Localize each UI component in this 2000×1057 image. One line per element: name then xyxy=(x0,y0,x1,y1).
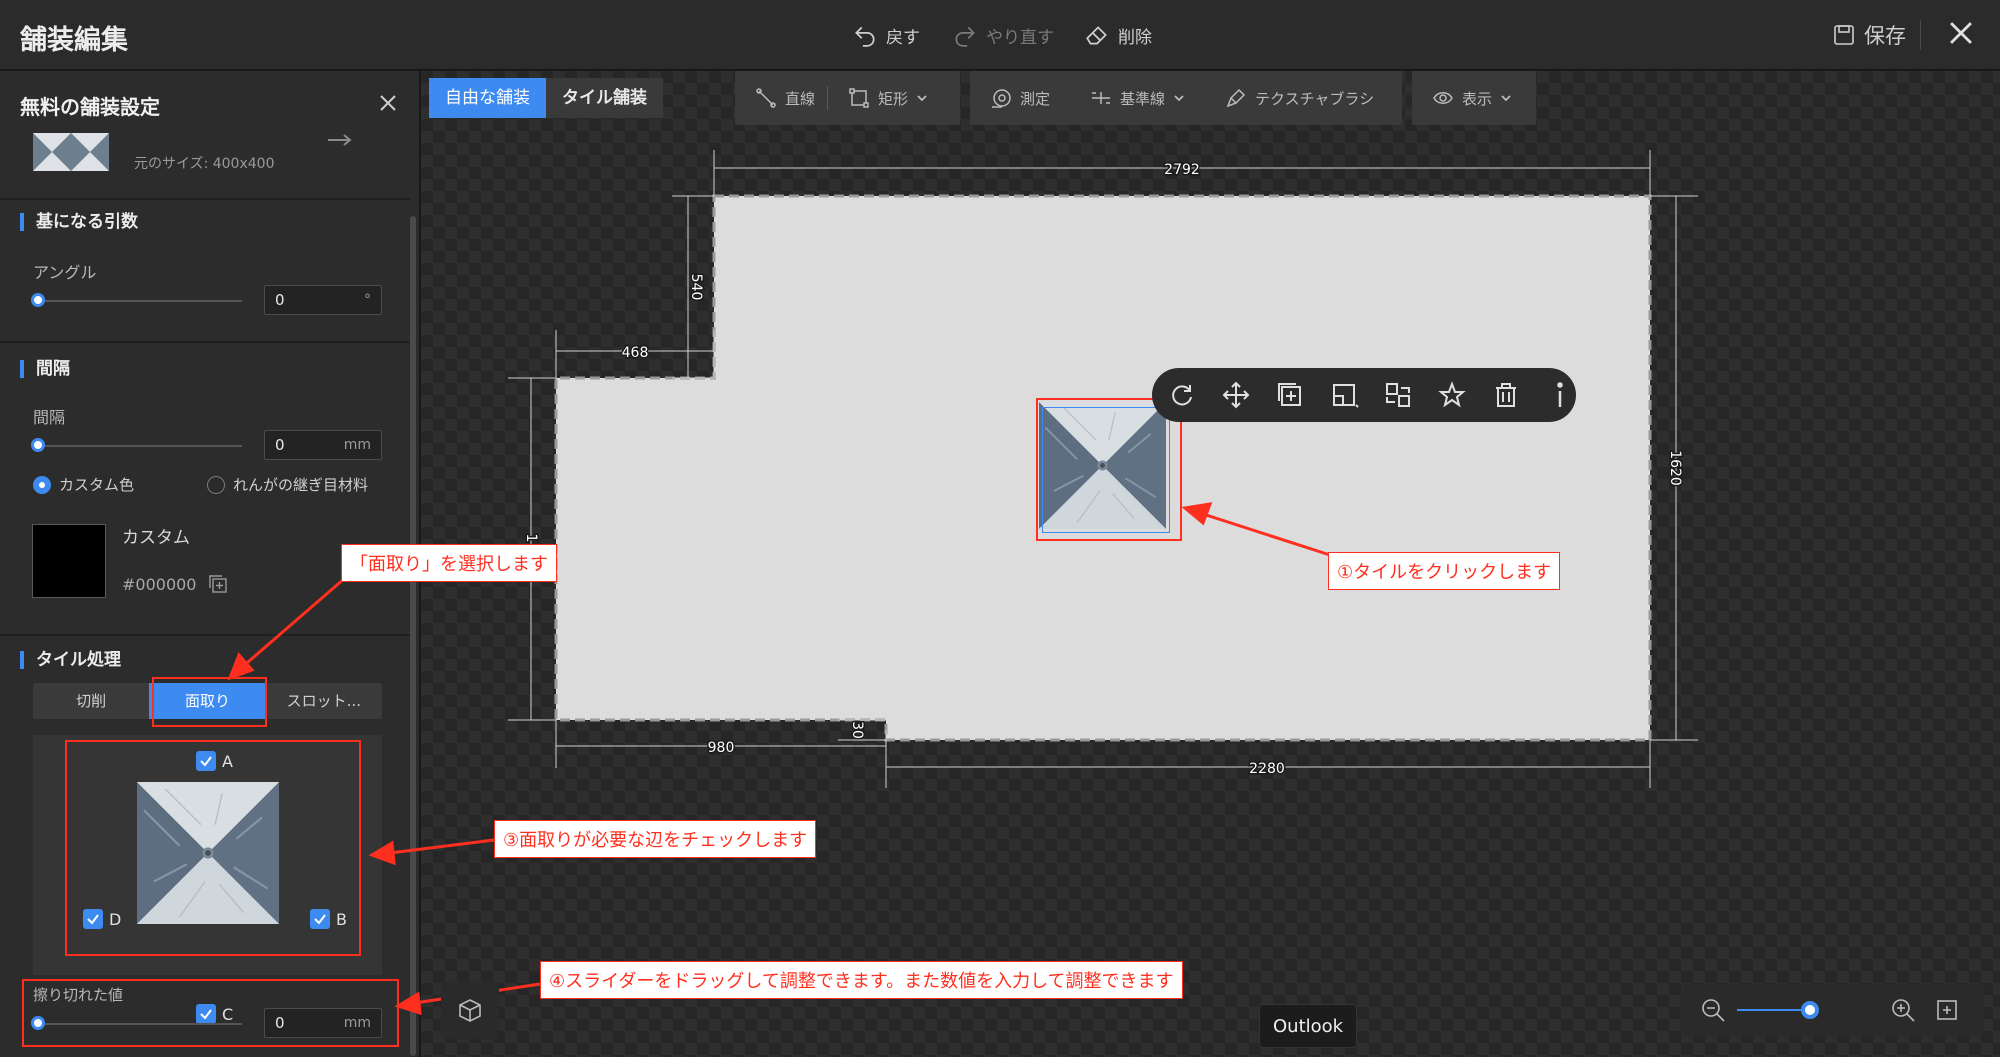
callout-slider-adjust: ④スライダーをドラッグして調整できます。また数値を入力して調整できます xyxy=(540,961,1183,999)
tooltip: Outlook xyxy=(1259,1004,1358,1048)
callout-select-chamfer: 「面取り」を選択します xyxy=(341,544,557,582)
dimension-notch-width: 468 xyxy=(622,345,649,361)
zoom-control xyxy=(1682,984,1984,1036)
resize-icon[interactable] xyxy=(1328,379,1360,411)
zoom-in-icon[interactable] xyxy=(1890,997,1916,1023)
star-icon[interactable] xyxy=(1436,379,1468,411)
tile-selection-frame xyxy=(1042,407,1170,533)
fit-icon[interactable] xyxy=(1934,997,1960,1023)
dimension-bottom-left: 980 xyxy=(708,740,735,756)
dimension-left-step: 540 xyxy=(688,274,704,301)
dimension-bottom-right: 2280 xyxy=(1249,761,1285,777)
zoom-slider[interactable] xyxy=(1737,1009,1809,1011)
dimension-left-full: 1 xyxy=(523,534,539,543)
move-icon[interactable] xyxy=(1220,379,1252,411)
dimension-bottom-step: 30 xyxy=(849,721,865,739)
zoom-out-icon[interactable] xyxy=(1700,997,1726,1023)
callout-check-edges: ③面取りが必要な辺をチェックします xyxy=(494,820,817,858)
floor-plan: 2792 540 468 1620 1 980 2280 30 xyxy=(227,150,1698,1016)
dimension-top: 2792 xyxy=(1164,162,1200,178)
rotate-icon[interactable] xyxy=(1166,379,1198,411)
paving-editor: 舗装編集 戻す やり直す 削除 保存 無料の舗装設定 元のサイズ: 400x40… xyxy=(0,0,2000,1057)
trash-icon[interactable] xyxy=(1490,379,1522,411)
tile-context-toolbar xyxy=(1152,368,1576,422)
3d-view-button[interactable] xyxy=(441,981,499,1039)
zoom-slider-knob[interactable] xyxy=(1801,1001,1819,1019)
dimension-right: 1620 xyxy=(1667,450,1683,486)
replace-icon[interactable] xyxy=(1382,379,1414,411)
add-icon[interactable] xyxy=(1274,379,1306,411)
callout-click-tile: ①タイルをクリックします xyxy=(1328,552,1561,590)
info-icon[interactable] xyxy=(1544,379,1576,411)
cube-icon xyxy=(459,999,481,1022)
